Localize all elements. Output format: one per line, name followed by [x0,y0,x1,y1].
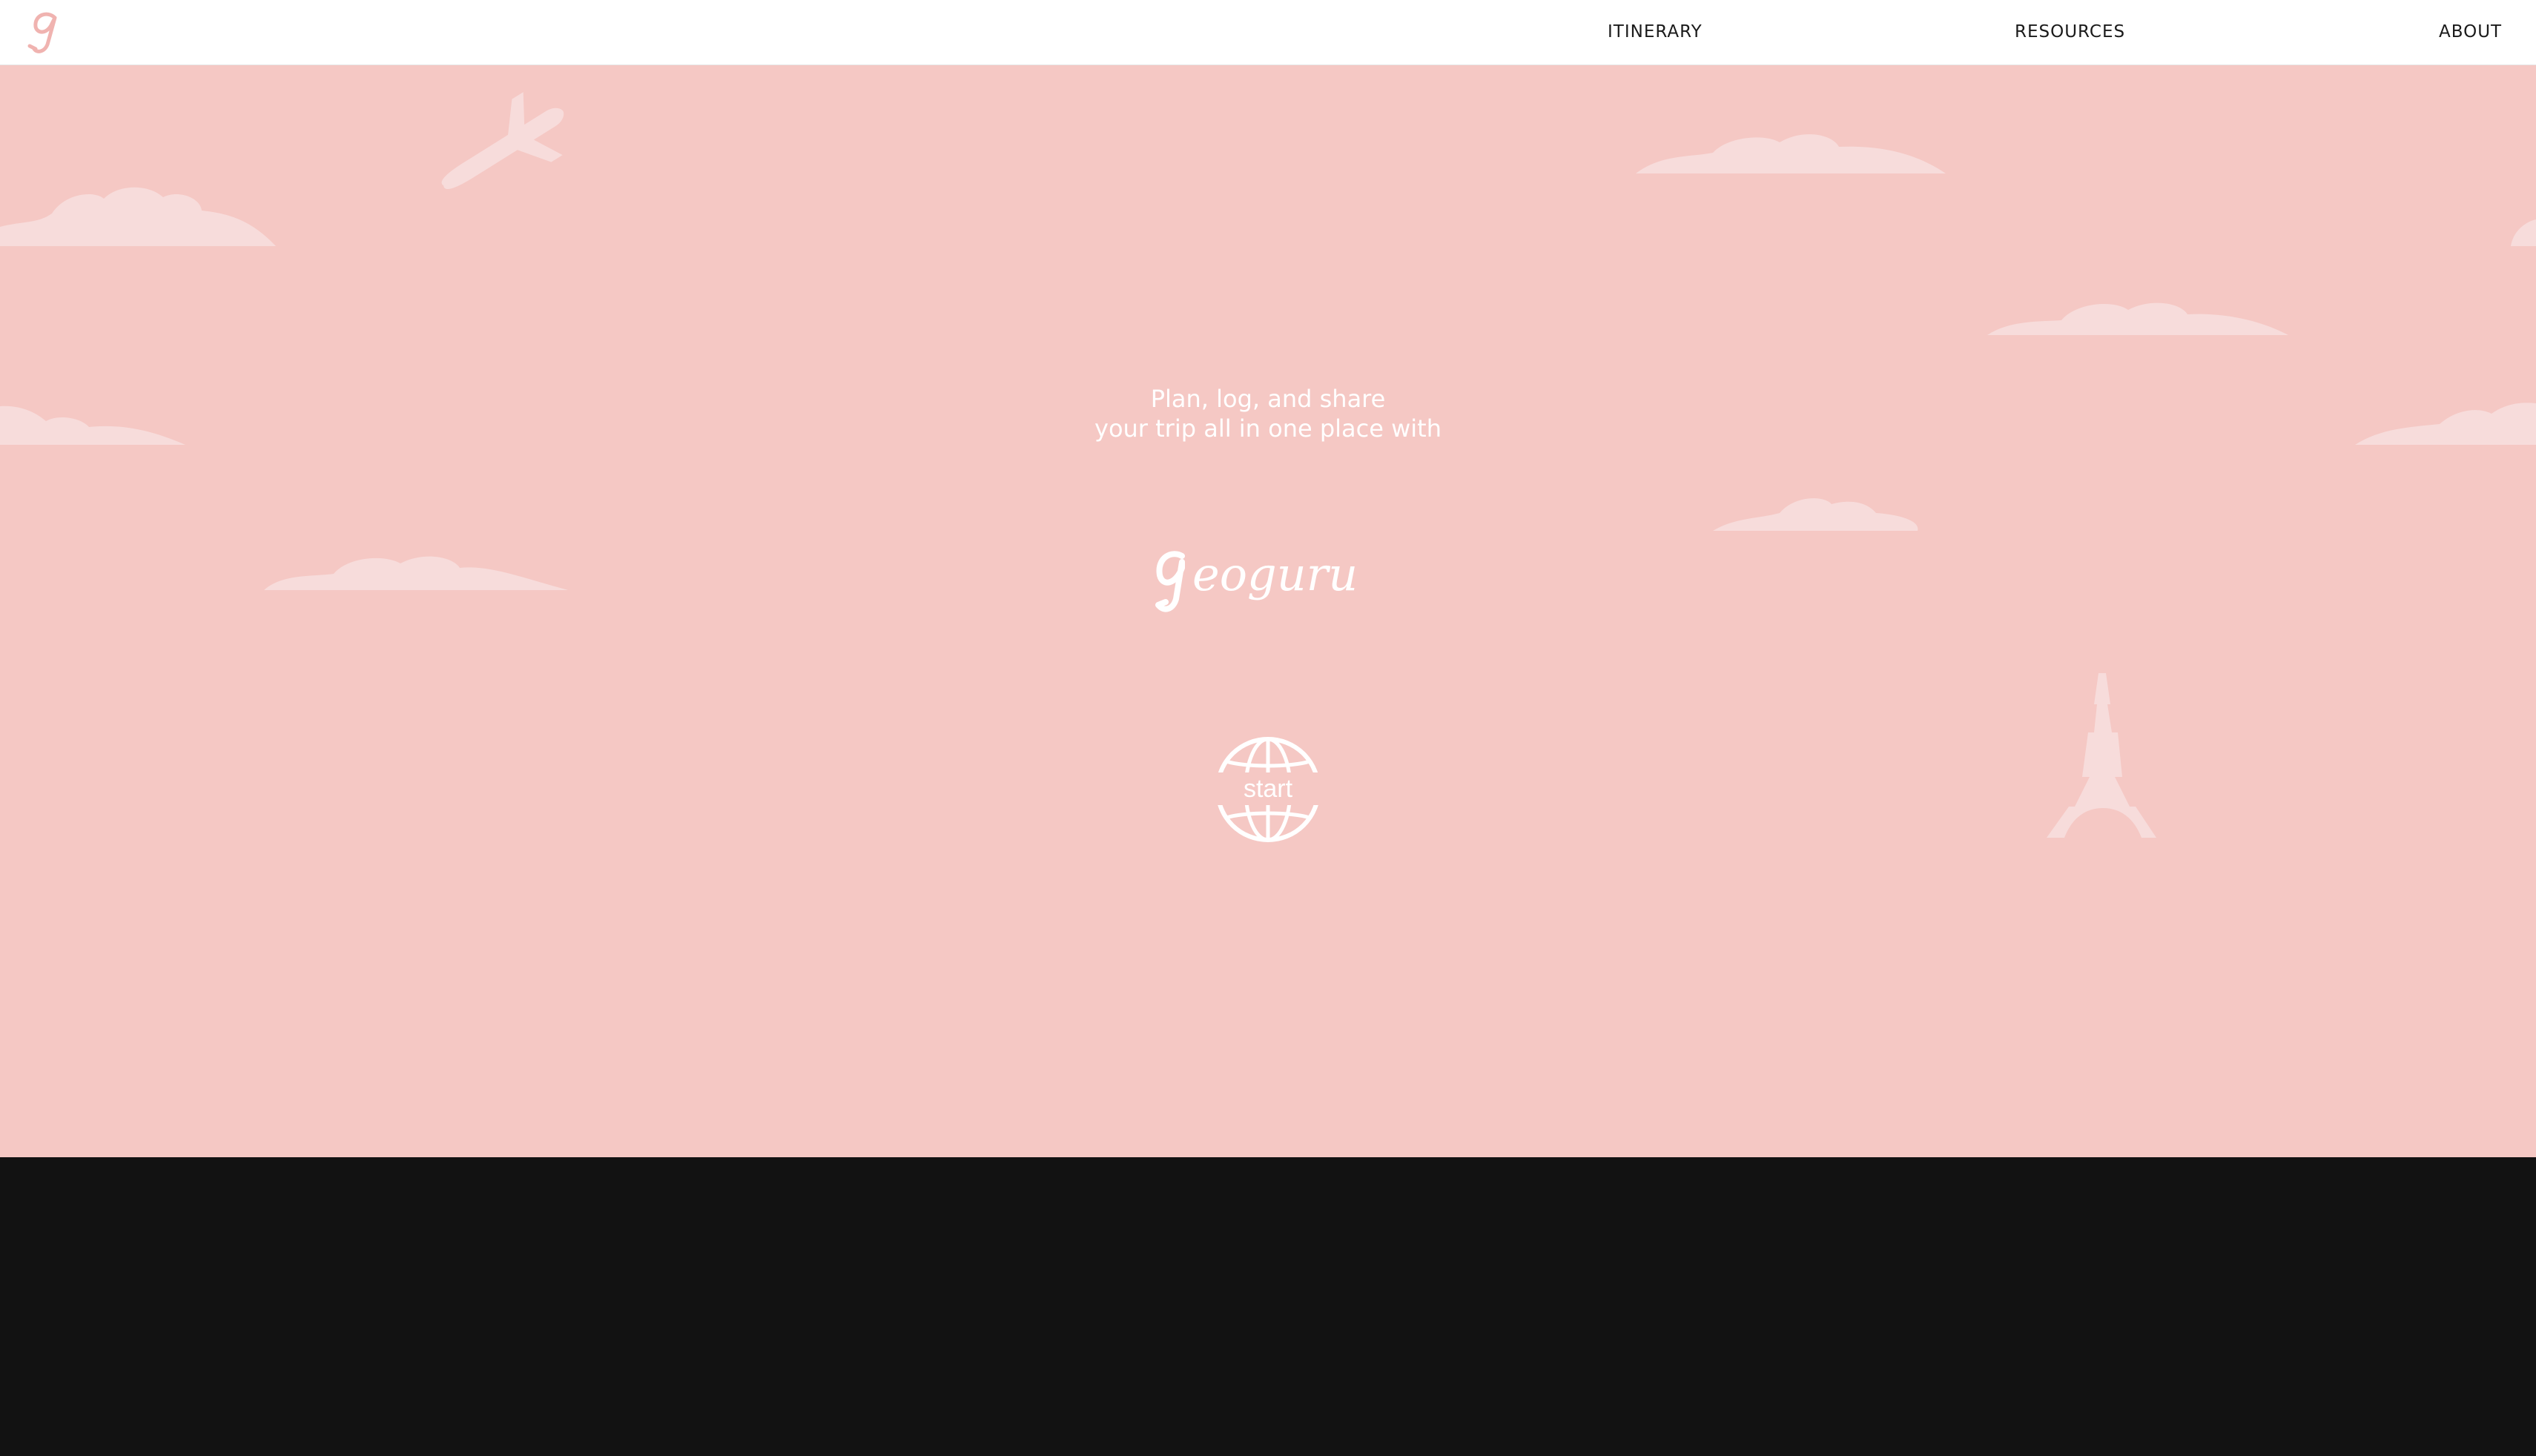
cloud-icon [264,556,568,590]
cloud-icon [0,406,185,445]
cloud-icon [1713,498,1918,531]
start-button[interactable]: start [1215,736,1321,843]
cloud-icon [1987,302,2288,335]
hero-tagline: Plan, log, and share [1150,385,1386,413]
start-button-label: start [1215,772,1321,805]
wordmark-text: eoguru [1192,547,1358,601]
nav-itinerary-link[interactable]: ITINERARY [1608,22,1703,42]
cloud-icon [2355,403,2536,445]
cloud-icon [2511,219,2536,246]
page-footer [0,1157,2536,1456]
geoguru-wordmark-logo: eoguru [1155,547,1358,612]
nav-about-link[interactable]: ABOUT [2439,22,2502,42]
top-navbar: ITINERARY RESOURCES ABOUT [0,0,2536,65]
nav-resources-link[interactable]: RESOURCES [2015,22,2125,42]
hero-tagline-continued: your trip all in one place with [1094,414,1442,443]
cloud-icon [1636,134,1946,173]
airplane-icon [441,92,564,190]
cloud-icon [0,187,276,246]
logo-icon[interactable] [25,7,67,58]
hero-section: Plan, log, and share your trip all in on… [0,65,2536,1157]
eiffel-tower-icon [2047,673,2156,838]
